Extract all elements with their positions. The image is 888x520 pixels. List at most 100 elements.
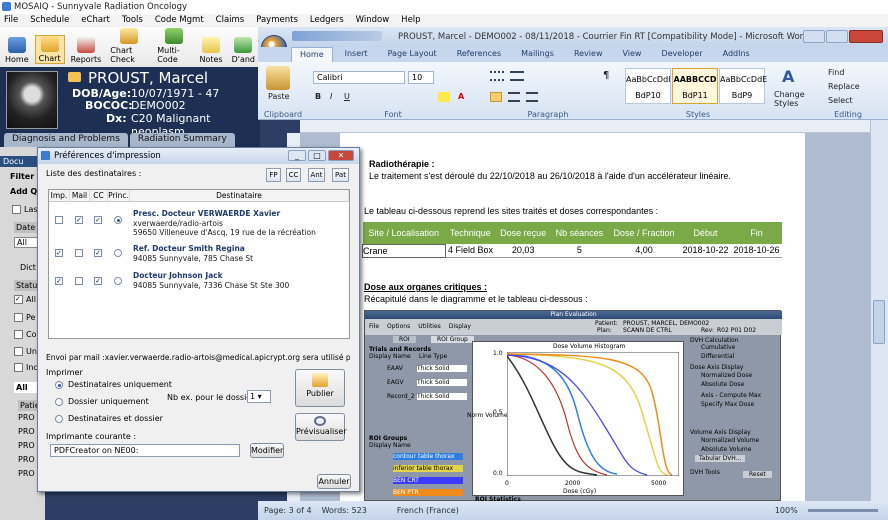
align-center-button[interactable] — [508, 92, 520, 102]
dialog-minimize-button[interactable]: _ — [288, 150, 306, 161]
scroll-thumb[interactable] — [873, 300, 885, 344]
minimize-button[interactable] — [803, 30, 825, 43]
toolbar-chart-button[interactable]: Chart — [34, 35, 65, 64]
preview-button[interactable]: Prévisualiser — [295, 413, 347, 441]
status-pe-checkbox[interactable] — [14, 313, 23, 322]
fp-button[interactable]: FP — [266, 168, 281, 182]
pat-button[interactable]: Pat — [332, 168, 349, 182]
copies-select[interactable]: 1 ▾ — [247, 390, 271, 403]
row2-princ-radio[interactable] — [114, 249, 122, 257]
status-language[interactable]: French (France) — [397, 506, 459, 515]
ribbon-tab-view[interactable]: View — [614, 47, 649, 62]
highlight-button[interactable] — [438, 92, 450, 102]
row3-princ-radio[interactable] — [114, 277, 122, 285]
ribbon-tab-page-layout[interactable]: Page Layout — [380, 47, 445, 62]
style-bdp9[interactable]: AaBbCcDdE BdP9 — [719, 68, 767, 104]
close-button[interactable] — [849, 30, 883, 43]
dialog-close-button[interactable]: ✕ — [328, 150, 354, 161]
option-file-only-radio[interactable] — [55, 398, 63, 406]
toolbar-reports-button[interactable]: Reports — [68, 37, 105, 64]
menu-schedule[interactable]: Schedule — [30, 15, 69, 27]
menu-code-mgmt[interactable]: Code Mgmt — [155, 15, 204, 27]
ribbon-tab-references[interactable]: References — [449, 47, 509, 62]
row2-mail-checkbox[interactable] — [75, 249, 83, 257]
toolbar-multi-code-button[interactable]: Multi-Code — [154, 28, 193, 64]
style-bdp10[interactable]: AaBbCcDdI BdP10 — [625, 68, 671, 104]
bullets-button[interactable] — [490, 71, 504, 81]
row2-imp-checkbox[interactable]: ✓ — [55, 249, 63, 257]
status-all-checkbox[interactable]: ✓ — [14, 295, 23, 304]
ribbon-tab-developer[interactable]: Developer — [653, 47, 710, 62]
option-both-radio[interactable] — [55, 415, 63, 423]
dialog-maximize-button[interactable]: □ — [308, 150, 326, 161]
row3-cc-checkbox[interactable]: ✓ — [94, 277, 102, 285]
menu-tools[interactable]: Tools — [122, 15, 143, 27]
row3-imp-checkbox[interactable]: ✓ — [55, 277, 63, 285]
menu-payments[interactable]: Payments — [256, 15, 298, 27]
printer-field[interactable]: PDFCreator on NE00: — [50, 444, 240, 457]
status-inc-checkbox[interactable] — [14, 363, 23, 372]
last-checkbox[interactable] — [12, 205, 21, 214]
replace-button[interactable]: Replace — [828, 82, 860, 91]
menu-ledgers[interactable]: Ledgers — [310, 15, 344, 27]
change-styles-button[interactable]: Change Styles — [774, 90, 805, 108]
change-styles-icon[interactable]: A — [782, 67, 794, 86]
patient-row[interactable]: PRO — [18, 441, 35, 450]
menu-file[interactable]: File — [4, 15, 18, 27]
pilcrow-button[interactable]: ¶ — [603, 70, 609, 81]
patient-row[interactable]: PRO — [18, 455, 35, 464]
ant-button[interactable]: Ant — [308, 168, 325, 182]
menu-claims[interactable]: Claims — [216, 15, 245, 27]
zoom-slider[interactable] — [807, 509, 878, 512]
row3-mail-checkbox[interactable] — [75, 277, 83, 285]
patient-row[interactable]: PRO — [18, 427, 35, 436]
status-co-checkbox[interactable] — [14, 330, 23, 339]
option-file-only-label[interactable]: Dossier uniquement — [68, 397, 149, 406]
tab-diagnosis[interactable]: Diagnosis and Problems — [4, 133, 128, 147]
ribbon-tab-home[interactable]: Home — [291, 47, 333, 62]
status-words[interactable]: Words: 523 — [322, 506, 367, 515]
font-name-field[interactable]: Calibri — [313, 71, 405, 84]
select-button[interactable]: Select — [828, 96, 853, 105]
paste-icon[interactable] — [266, 66, 290, 90]
status-zoom[interactable]: 100% — [775, 506, 798, 515]
toolbar-home-button[interactable]: Home — [2, 37, 32, 64]
numbering-button[interactable] — [510, 71, 524, 81]
cc-button[interactable]: CC — [286, 168, 301, 182]
ribbon-tab-insert[interactable]: Insert — [337, 47, 376, 62]
font-size-field[interactable]: 10 — [408, 71, 434, 84]
row2-cc-checkbox[interactable]: ✓ — [94, 249, 102, 257]
horizontal-ruler[interactable] — [300, 120, 870, 133]
option-both-label[interactable]: Destinataires et dossier — [68, 414, 163, 423]
style-bdp11[interactable]: AABBCCD BdP11 — [672, 68, 718, 104]
vertical-scrollbar[interactable] — [870, 120, 888, 501]
menu-help[interactable]: Help — [401, 15, 420, 27]
option-recipients-only-radio[interactable] — [55, 381, 63, 389]
underline-button[interactable]: U — [344, 92, 350, 101]
patient-row[interactable]: PRO — [18, 469, 35, 478]
menu-echart[interactable]: eChart — [81, 15, 110, 27]
bold-button[interactable]: B — [315, 92, 321, 101]
toolbar-notes-button[interactable]: Notes — [196, 37, 225, 64]
align-right-button[interactable] — [526, 92, 538, 102]
ribbon-tab-review[interactable]: Review — [566, 47, 611, 62]
ribbon-tab-mailings[interactable]: Mailings — [513, 47, 562, 62]
publish-button[interactable]: Publier — [295, 369, 345, 407]
status-page[interactable]: Page: 3 of 4 — [264, 506, 312, 515]
docu-tab[interactable]: Docu — [0, 156, 37, 167]
menu-window[interactable]: Window — [356, 15, 390, 27]
tab-radiation-summary[interactable]: Radiation Summary — [129, 133, 235, 147]
ribbon-tab-addins[interactable]: AddIns — [715, 47, 758, 62]
cancel-button[interactable]: Annuler — [317, 474, 351, 489]
row1-princ-radio[interactable] — [114, 216, 122, 224]
font-color-button[interactable]: A — [458, 92, 464, 101]
maximize-button[interactable] — [826, 30, 848, 43]
status-un-checkbox[interactable] — [14, 347, 23, 356]
option-recipients-only-label[interactable]: Destinataires uniquement — [68, 380, 172, 389]
toolbar-dand-button[interactable]: D'and — [229, 37, 258, 64]
patient-row[interactable]: PRO — [18, 413, 35, 422]
row1-mail-checkbox[interactable]: ✓ — [75, 216, 83, 224]
italic-button[interactable]: I — [330, 92, 332, 101]
find-button[interactable]: Find — [828, 68, 844, 77]
row1-imp-checkbox[interactable] — [55, 216, 63, 224]
